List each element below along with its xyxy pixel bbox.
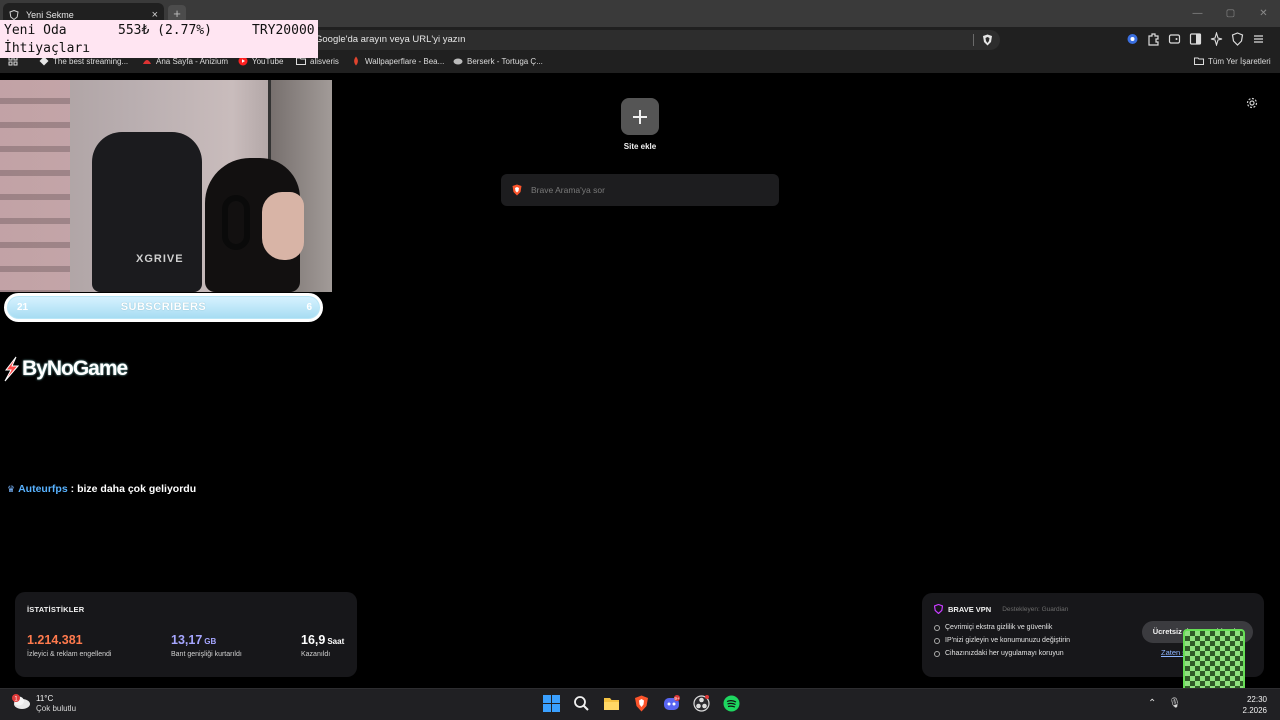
add-site-label: Site ekle bbox=[623, 142, 657, 151]
brave-browser-icon[interactable] bbox=[633, 695, 650, 712]
vpn-sponsor: Destekleyen: Guardian bbox=[1002, 605, 1069, 613]
chat-username: Auteurfps bbox=[18, 483, 68, 495]
taskbar-clock[interactable]: 22:30 2.2026 bbox=[1243, 694, 1267, 716]
stat-desc: Kazanıldı bbox=[301, 651, 331, 658]
subscriber-goal: 6 bbox=[306, 302, 312, 313]
brave-search-box[interactable] bbox=[501, 174, 779, 206]
plush-shelf bbox=[0, 80, 70, 292]
vpn-feature-list: Çevrimiçi ekstra gizlilik ve güvenlik IP… bbox=[934, 621, 1070, 660]
close-window-button[interactable]: ✕ bbox=[1247, 0, 1280, 27]
menu-icon[interactable] bbox=[1252, 32, 1265, 46]
brave-shields-icon[interactable] bbox=[982, 34, 993, 46]
bynogame-mark-icon bbox=[4, 356, 20, 382]
chair-logo: XGRIVE bbox=[136, 253, 184, 265]
stat-unit: GB bbox=[204, 637, 217, 646]
check-icon bbox=[934, 650, 940, 657]
vpn-icon[interactable] bbox=[1126, 32, 1139, 46]
folder-icon bbox=[1194, 57, 1204, 65]
microphone-icon[interactable]: 🎙 bbox=[1168, 698, 1181, 709]
ticker-name-line2: İhtiyaçları bbox=[4, 41, 91, 56]
brave-shield-icon bbox=[9, 10, 19, 20]
toolbar-actions bbox=[1126, 31, 1265, 47]
minimize-button[interactable]: — bbox=[1181, 0, 1214, 27]
clock-time: 22:30 bbox=[1246, 695, 1267, 704]
tab-title: Yeni Sekme bbox=[26, 10, 74, 20]
gaming-chair bbox=[92, 132, 202, 292]
list-item: Cihazınızdaki her uygulamayı koruyun bbox=[934, 647, 1070, 660]
stats-header: İSTATİSTİKLER bbox=[27, 605, 85, 614]
ticker-name: Yeni Oda bbox=[4, 23, 67, 38]
windows-start-icon[interactable] bbox=[543, 695, 560, 712]
vpn-title: BRAVE VPN bbox=[948, 604, 992, 614]
wallpaperflare-icon bbox=[354, 56, 358, 66]
check-icon bbox=[934, 637, 940, 644]
extensions-icon[interactable] bbox=[1147, 32, 1160, 46]
chat-text: : bize daha çok geliyordu bbox=[70, 483, 197, 495]
address-bar-placeholder: Google'da arayın veya URL'yi yazın bbox=[315, 34, 466, 45]
bookmark-item[interactable]: Wallpaperflare - Bea... bbox=[351, 56, 444, 66]
stat-trackers-blocked: 1.214.381 İzleyici & reklam engellendi bbox=[27, 631, 111, 658]
system-tray: ⌃ 🎙 bbox=[1148, 698, 1181, 709]
clock-date: 2.2026 bbox=[1242, 706, 1267, 715]
maximize-button[interactable]: ▢ bbox=[1214, 0, 1247, 27]
discord-icon[interactable]: 9+ bbox=[663, 695, 680, 712]
chat-message: ♛ Auteurfps : bize daha çok geliyordu bbox=[7, 483, 196, 495]
headset bbox=[222, 195, 250, 250]
windows-taskbar: 1 11°C Çok bulutlu 9+ ⌃ 🎙 22:30 2.2026 bbox=[0, 688, 1280, 720]
subscriber-goal-bar: 21 SUBSCRIBERS 6 bbox=[4, 293, 323, 322]
webcam-feed: XGRIVE bbox=[0, 80, 332, 292]
stat-unit: Saat bbox=[327, 637, 345, 646]
vpn-header: BRAVE VPN Destekleyen: Guardian bbox=[934, 604, 1068, 614]
subscriber-label: SUBSCRIBERS bbox=[120, 301, 207, 313]
stock-ticker-widget: Yeni Oda 553₺ (2.77%) TRY20000 İhtiyaçla… bbox=[0, 20, 318, 58]
vpn-shield-icon[interactable] bbox=[1231, 32, 1244, 46]
add-site-button[interactable] bbox=[621, 98, 659, 135]
all-bookmarks-folder[interactable]: Tüm Yer İşaretleri bbox=[1194, 56, 1271, 66]
cloud-icon: 1 bbox=[11, 694, 31, 709]
address-bar-divider bbox=[973, 34, 974, 46]
spotify-icon[interactable] bbox=[723, 695, 740, 712]
vpn-shield-icon bbox=[934, 604, 943, 614]
weather-condition: Çok bulutlu bbox=[36, 704, 77, 713]
logo-text: ByNoGame bbox=[22, 357, 128, 380]
address-bar[interactable]: Google'da arayın veya URL'yi yazın bbox=[230, 30, 1000, 50]
stat-value: 13,17 bbox=[171, 633, 203, 647]
search-icon[interactable] bbox=[573, 695, 590, 712]
streamer-face bbox=[262, 192, 304, 260]
window-controls: — ▢ ✕ bbox=[1181, 0, 1280, 27]
stat-desc: İzleyici & reklam engellendi bbox=[27, 651, 112, 658]
tortuga-icon bbox=[453, 58, 463, 65]
weather-widget[interactable]: 1 11°C Çok bulutlu bbox=[11, 694, 76, 713]
wallet-icon[interactable] bbox=[1168, 32, 1181, 46]
obs-icon[interactable] bbox=[693, 695, 710, 712]
ticker-price: 553₺ (2.77%) bbox=[118, 23, 212, 38]
search-input[interactable] bbox=[531, 182, 761, 198]
brave-lion-icon bbox=[512, 184, 522, 196]
weather-temp: 11°C bbox=[36, 694, 54, 703]
stat-value: 1.214.381 bbox=[27, 633, 83, 647]
chevron-up-icon[interactable]: ⌃ bbox=[1148, 698, 1156, 709]
list-item: IP'nizi gizleyin ve konumunuzu değiştiri… bbox=[934, 634, 1070, 647]
file-explorer-icon[interactable] bbox=[603, 695, 620, 712]
taskbar-apps: 9+ bbox=[543, 695, 740, 712]
plus-icon bbox=[633, 110, 647, 124]
crown-icon: ♛ bbox=[7, 483, 16, 494]
ticker-target: TRY20000 bbox=[252, 23, 315, 38]
leo-ai-icon[interactable] bbox=[1210, 31, 1223, 47]
sidebar-icon[interactable] bbox=[1189, 32, 1202, 46]
discord-badge: 9+ bbox=[674, 696, 680, 701]
bookmark-item[interactable]: Berserk - Tortuga Ç... bbox=[453, 56, 543, 66]
stat-time-saved: 16,9 Saat Kazanıldı bbox=[301, 631, 344, 658]
stat-desc: Bant genişliği kurtarıldı bbox=[171, 651, 242, 658]
list-item: Çevrimiçi ekstra gizlilik ve güvenlik bbox=[934, 621, 1070, 634]
stat-value: 16,9 bbox=[301, 633, 326, 647]
gear-icon[interactable] bbox=[1246, 97, 1258, 109]
stats-widget: İSTATİSTİKLER 1.214.381 İzleyici & rekla… bbox=[15, 592, 357, 677]
bynogame-logo: ByNoGame bbox=[2, 356, 128, 382]
stat-bandwidth-saved: 13,17 GB Bant genişliği kurtarıldı bbox=[171, 631, 242, 658]
check-icon bbox=[934, 624, 940, 631]
